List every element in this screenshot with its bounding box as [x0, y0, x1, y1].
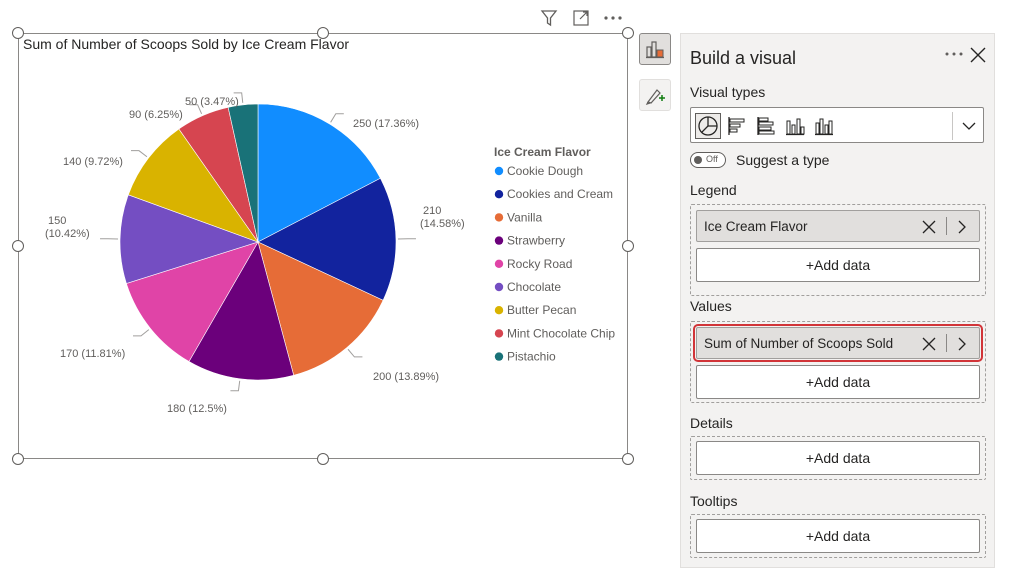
filter-icon[interactable]: [538, 8, 560, 28]
data-label: 140 (9.72%): [63, 156, 123, 168]
close-icon[interactable]: [969, 46, 987, 64]
resize-handle-left[interactable]: [12, 240, 24, 252]
build-visual-button[interactable]: [639, 33, 671, 65]
legend-marker: [494, 236, 504, 245]
toggle-state-label: Off: [706, 154, 718, 164]
clustered-bar-chart-icon[interactable]: [753, 113, 779, 139]
data-label: 210 (14.58%): [420, 205, 465, 230]
resize-handle-bottom-left[interactable]: [12, 453, 24, 465]
legend-field-pill[interactable]: Ice Cream Flavor: [696, 210, 980, 242]
values-field-name: Sum of Number of Scoops Sold: [704, 336, 894, 351]
legend-title: Ice Cream Flavor: [494, 145, 591, 159]
focus-mode-icon[interactable]: [570, 8, 592, 28]
data-label: 150 (10.42%): [45, 215, 90, 240]
values-well: Sum of Number of Scoops Sold +Add data: [690, 321, 986, 403]
remove-field-icon[interactable]: [921, 336, 937, 352]
legend-marker: [494, 259, 504, 268]
chevron-down-icon[interactable]: [959, 117, 979, 135]
legend-marker: [494, 282, 504, 292]
resize-handle-bottom-right[interactable]: [622, 453, 634, 465]
legend-item-label[interactable]: Strawberry: [507, 234, 565, 248]
legend-item-label[interactable]: Cookie Dough: [507, 164, 583, 178]
build-visual-pane: Build a visual Visual types Off Suggest …: [680, 33, 995, 568]
visual-types-divider: [952, 112, 953, 140]
chevron-right-icon[interactable]: [955, 336, 969, 352]
values-field-pill[interactable]: Sum of Number of Scoops Sold: [693, 324, 983, 362]
legend-item-label[interactable]: Mint Chocolate Chip: [507, 326, 615, 340]
data-label-leader-line: [133, 329, 150, 337]
pane-more-options-icon[interactable]: [944, 44, 964, 62]
clustered-column-chart-icon[interactable]: [811, 113, 837, 139]
pane-title: Build a visual: [690, 48, 797, 68]
resize-handle-bottom[interactable]: [317, 453, 329, 465]
legend-item-label[interactable]: Cookies and Cream: [507, 187, 613, 201]
legend-marker: [494, 329, 504, 338]
stacked-column-chart-icon[interactable]: [782, 113, 808, 139]
visual-types-label: Visual types: [690, 84, 766, 100]
data-label: 170 (11.81%): [60, 348, 125, 360]
legend-marker: [494, 352, 504, 361]
legend-marker: [494, 306, 504, 315]
data-label: 250 (17.36%): [353, 118, 419, 130]
data-label-leader-line: [230, 380, 241, 392]
tooltips-well: +Add data: [690, 514, 986, 558]
data-label-leader-line: [330, 113, 344, 123]
legend-marker: [494, 190, 504, 199]
data-label: 90 (6.25%): [129, 109, 183, 121]
pie-chart-type-icon[interactable]: [695, 113, 721, 139]
chevron-right-icon[interactable]: [955, 219, 969, 235]
resize-handle-top-right[interactable]: [622, 27, 634, 39]
legend-item-label[interactable]: Vanilla: [507, 210, 542, 224]
remove-field-icon[interactable]: [921, 219, 937, 235]
values-add-data-button[interactable]: +Add data: [696, 365, 980, 399]
build-visual-icon: [646, 41, 664, 59]
legend-item-label[interactable]: Chocolate: [507, 280, 561, 294]
data-label-leader-line: [347, 348, 363, 358]
format-visual-icon: [645, 89, 665, 106]
suggest-type-toggle[interactable]: Off: [690, 152, 726, 168]
legend-well-label: Legend: [690, 182, 737, 198]
visual-types-gallery: [690, 107, 984, 143]
legend-marker: [494, 166, 504, 176]
legend-item-label[interactable]: Butter Pecan: [507, 303, 576, 317]
data-label: 50 (3.47%): [185, 96, 239, 108]
pill-divider: [946, 217, 947, 235]
details-well: +Add data: [690, 436, 986, 480]
legend-item-label[interactable]: Rocky Road: [507, 257, 572, 271]
tooltips-add-data-button[interactable]: +Add data: [696, 519, 980, 553]
more-options-icon[interactable]: [602, 8, 624, 28]
format-visual-button[interactable]: [639, 79, 671, 111]
values-well-label: Values: [690, 298, 732, 314]
pie-chart: 250 (17.36%) 210 (14.58%) 200 (13.89%) 180 (…: [45, 92, 615, 415]
pill-divider: [946, 334, 947, 352]
resize-handle-right[interactable]: [622, 240, 634, 252]
legend-item-label[interactable]: Pistachio: [507, 350, 556, 364]
legend-add-data-button[interactable]: +Add data: [696, 248, 980, 282]
suggest-type-label: Suggest a type: [736, 152, 830, 168]
data-label: 200 (13.89%): [373, 371, 439, 383]
visual-header: [538, 8, 624, 28]
tooltips-well-label: Tooltips: [690, 493, 738, 509]
stacked-bar-chart-icon[interactable]: [724, 113, 750, 139]
details-well-label: Details: [690, 415, 733, 431]
data-label-leader-line: [130, 150, 148, 158]
details-add-data-button[interactable]: +Add data: [696, 441, 980, 475]
legend-marker: [494, 213, 504, 222]
toggle-knob: [694, 156, 702, 164]
legend-well: Ice Cream Flavor +Add data: [690, 204, 986, 296]
data-label: 180 (12.5%): [167, 403, 227, 415]
resize-handle-top-left[interactable]: [12, 27, 24, 39]
resize-handle-top[interactable]: [317, 27, 329, 39]
legend-field-name: Ice Cream Flavor: [704, 219, 808, 234]
pie-chart-visual[interactable]: Sum of Number of Scoops Sold by Ice Crea…: [18, 33, 628, 459]
